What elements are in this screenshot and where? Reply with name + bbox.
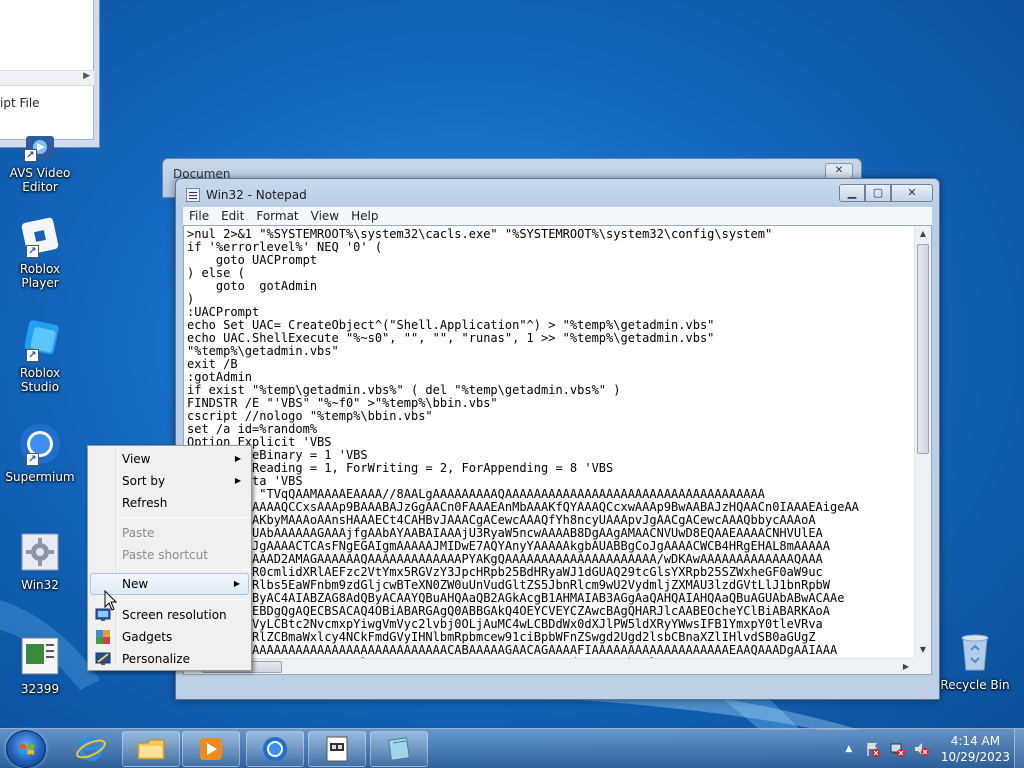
menu-view[interactable]: View	[305, 209, 345, 223]
desktop-icon-roblox-player[interactable]: ↗ Roblox Player	[0, 214, 80, 290]
taskbar-button-script-editor[interactable]	[370, 731, 428, 767]
scroll-right-icon[interactable]: ▶	[898, 659, 914, 674]
notepad-app-icon	[186, 188, 200, 202]
desktop-icon-label: Recycle Bin	[940, 678, 1010, 692]
clock-time: 4:14 AM	[950, 734, 1001, 748]
desktop-icon-supermium[interactable]: ↗ Supermium	[0, 422, 80, 484]
menu-separator	[120, 599, 247, 600]
start-button[interactable]	[6, 730, 46, 768]
system-tray: ▲ 4:14 AM 10/29/2023	[841, 729, 1010, 768]
desktop-icon-label: AVS Video Editor	[9, 166, 71, 194]
notepad-taskbar-icon	[326, 736, 348, 762]
notepad-titlebar[interactable]: Win32 - Notepad	[186, 185, 307, 205]
internet-explorer-icon	[76, 737, 106, 761]
close-icon[interactable]: ✕	[825, 163, 853, 179]
menu-item-gadgets[interactable]: Gadgets	[90, 626, 249, 648]
desktop-icon-label: Win32	[21, 578, 59, 592]
explorer-scrollbar[interactable]: ▶	[0, 70, 94, 86]
desktop-icon-label: Roblox Player	[19, 262, 61, 290]
file-type-label: ipt File	[0, 96, 40, 110]
desktop-icon-label: Supermium	[5, 470, 75, 484]
windows-logo-icon	[20, 744, 34, 755]
scroll-down-icon[interactable]: ▼	[915, 642, 931, 658]
batch-file-gear-icon	[18, 530, 62, 574]
file-explorer-icon	[137, 739, 165, 760]
notepad-window[interactable]: Win32 - Notepad ▁ ▢ ✕ File Edit Format V…	[175, 178, 940, 700]
horizontal-scrollbar[interactable]: ◀ ||| ▶	[184, 658, 914, 674]
volume-muted-icon[interactable]	[913, 741, 929, 757]
roblox-player-icon: ↗	[18, 214, 62, 258]
taskbar-button-file-explorer[interactable]	[122, 731, 180, 767]
mouse-cursor-icon	[104, 590, 118, 611]
vertical-scroll-thumb[interactable]	[917, 244, 929, 454]
menu-item-refresh[interactable]: Refresh	[90, 492, 249, 514]
menu-item-paste-shortcut[interactable]: Paste shortcut	[90, 544, 249, 566]
chevron-right-icon: ▶	[234, 454, 241, 463]
editor-content[interactable]: >nul 2>&1 "%SYSTEMROOT%\system32\cacls.e…	[187, 228, 913, 658]
menu-bar: File Edit Format View Help	[183, 207, 932, 225]
desktop-context-menu: View ▶ Sort by ▶ Refresh Paste Paste sho…	[87, 445, 252, 671]
avs-video-editor-icon: ↗	[18, 132, 62, 162]
window-title: Win32 - Notepad	[206, 188, 307, 202]
script-editor-icon	[388, 737, 410, 761]
supermium-icon: ↗	[18, 422, 62, 466]
desktop-icon-32399[interactable]: 32399	[0, 634, 80, 696]
chevron-right-icon: ▶	[234, 476, 241, 485]
desktop-icon-label: Roblox Studio	[19, 366, 61, 394]
gadgets-icon	[96, 630, 110, 644]
clock[interactable]: 4:14 AM 10/29/2023	[941, 733, 1010, 765]
maximize-button[interactable]: ▢	[865, 184, 891, 202]
menu-edit[interactable]: Edit	[215, 209, 250, 223]
menu-help[interactable]: Help	[345, 209, 384, 223]
menu-separator	[120, 569, 247, 570]
menu-separator	[120, 517, 247, 518]
chevron-right-icon[interactable]: ▶	[83, 71, 90, 81]
media-player-icon	[200, 738, 222, 760]
desktop-icon-recycle-bin[interactable]: Recycle Bin	[935, 630, 1015, 692]
taskbar-button-notepad[interactable]	[308, 731, 366, 767]
recycle-bin-icon	[953, 630, 997, 674]
shortcut-arrow-icon: ↗	[26, 453, 39, 466]
shortcut-arrow-icon: ↗	[26, 349, 39, 362]
desktop-icon-label: 32399	[20, 682, 60, 696]
desktop-icon-avs-video-editor[interactable]: ↗ AVS Video Editor	[0, 128, 80, 194]
menu-format[interactable]: Format	[250, 209, 304, 223]
text-editor[interactable]: >nul 2>&1 "%SYSTEMROOT%\system32\cacls.e…	[183, 225, 932, 675]
show-hidden-icons-icon[interactable]: ▲	[841, 741, 857, 757]
clock-date: 10/29/2023	[940, 750, 1010, 764]
shortcut-arrow-icon: ↗	[24, 149, 37, 162]
explorer-content: ▶ ipt File	[0, 0, 94, 140]
personalize-icon	[95, 652, 111, 665]
action-center-flag-icon[interactable]	[865, 741, 881, 757]
window-controls: ▁ ▢ ✕	[839, 184, 933, 202]
supermium-icon	[263, 737, 287, 761]
minimize-button[interactable]: ▁	[839, 184, 865, 202]
taskbar-button-supermium[interactable]	[246, 731, 304, 767]
desktop-icon-roblox-studio[interactable]: ↗ Roblox Studio	[0, 318, 80, 394]
show-desktop-button[interactable]	[1014, 729, 1024, 768]
desktop-icon-win32[interactable]: Win32	[0, 530, 80, 592]
vertical-scrollbar[interactable]: ▲ ▼	[914, 226, 931, 658]
scroll-up-icon[interactable]: ▲	[915, 226, 931, 242]
menu-item-sort-by[interactable]: Sort by ▶	[90, 470, 249, 492]
taskbar: ▲ 4:14 AM 10/29/2023	[0, 728, 1024, 768]
roblox-studio-icon: ↗	[18, 318, 62, 362]
close-button[interactable]: ✕	[891, 184, 933, 202]
network-icon[interactable]	[889, 741, 905, 757]
menu-item-view[interactable]: View ▶	[90, 448, 249, 470]
scrollbar-corner	[914, 658, 931, 674]
menu-item-personalize[interactable]: Personalize	[90, 648, 249, 670]
taskbar-button-media-player[interactable]	[182, 731, 240, 767]
explorer-window-partial[interactable]: ▶ ipt File	[0, 0, 100, 148]
taskbar-button-internet-explorer[interactable]	[62, 731, 120, 767]
shortcut-arrow-icon: ↗	[26, 245, 39, 258]
menu-item-paste[interactable]: Paste	[90, 522, 249, 544]
chevron-right-icon: ▶	[233, 579, 240, 588]
text-document-icon	[18, 634, 62, 678]
menu-file[interactable]: File	[183, 209, 215, 223]
